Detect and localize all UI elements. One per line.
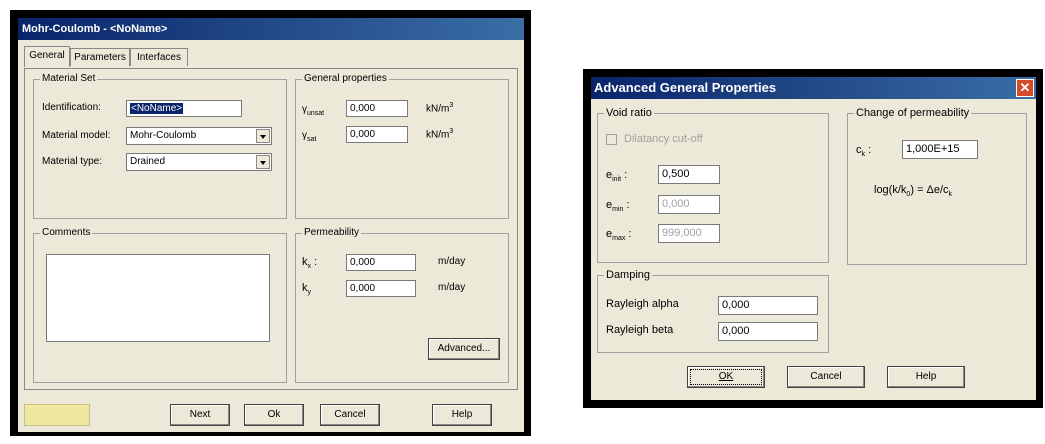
general-tab-panel: Material Set Identification: <NoName> Ma… <box>24 68 518 390</box>
permeability-formula: log(k/k0) = Δe/ck <box>874 184 953 199</box>
dilatancy-checkbox[interactable] <box>606 134 617 145</box>
ck-input[interactable]: 1,000E+15 <box>902 140 978 159</box>
e-max-label: emax : <box>606 228 632 243</box>
gamma-unsat-label: γunsat <box>302 104 325 117</box>
rayleigh-alpha-input[interactable]: 0,000 <box>718 296 818 315</box>
kx-input[interactable]: 0,000 <box>346 254 416 271</box>
e-min-input[interactable]: 0,000 <box>658 195 720 214</box>
dialog-body: Mohr-Coulomb - <NoName> General Paramete… <box>18 18 524 432</box>
ky-unit: m/day <box>438 282 466 293</box>
void-ratio-group: Void ratio Dilatancy cut-off einit : 0,5… <box>597 107 829 263</box>
change-permeability-group: Change of permeability ck : 1,000E+15 lo… <box>847 107 1027 265</box>
gamma-sat-unit: kN/m3 <box>426 128 454 141</box>
mohr-coulomb-dialog: Mohr-Coulomb - <NoName> General Paramete… <box>10 10 531 436</box>
e-init-input[interactable]: 0,500 <box>658 165 720 184</box>
tab-parameters[interactable]: Parameters <box>70 48 130 66</box>
gamma-unsat-input[interactable]: 0,000 <box>346 100 408 117</box>
status-indicator <box>24 404 90 426</box>
dialog-title: Advanced General Properties <box>591 77 1036 99</box>
ck-label: ck : <box>856 144 872 159</box>
change-permeability-legend: Change of permeability <box>854 107 972 119</box>
permeability-legend: Permeability <box>302 227 362 238</box>
next-button[interactable]: Next <box>170 404 230 426</box>
permeability-group: Permeability kx : 0,000 m/day ky 0,000 m… <box>295 227 509 383</box>
dialog-body: Advanced General Properties ✕ Void ratio… <box>591 77 1036 400</box>
e-max-input[interactable]: 999,000 <box>658 224 720 243</box>
gamma-unsat-unit: kN/m3 <box>426 102 454 115</box>
comments-legend: Comments <box>40 227 93 238</box>
material-type-label: Material type: <box>42 156 103 167</box>
damping-group: Damping Rayleigh alpha 0,000 Rayleigh be… <box>597 269 829 353</box>
button-bar: Next Ok Cancel Help <box>18 398 524 432</box>
material-model-label: Material model: <box>42 130 111 141</box>
dialog-title: Mohr-Coulomb - <NoName> <box>18 18 524 40</box>
material-set-legend: Material Set <box>40 73 98 84</box>
chevron-down-icon[interactable] <box>256 155 270 169</box>
ky-input[interactable]: 0,000 <box>346 280 416 297</box>
chevron-down-icon[interactable] <box>256 129 270 143</box>
ok-button[interactable]: OK <box>687 366 765 388</box>
e-min-label: emin : <box>606 199 630 214</box>
comments-textarea[interactable] <box>46 254 270 342</box>
rayleigh-beta-input[interactable]: 0,000 <box>718 322 818 341</box>
ok-button[interactable]: Ok <box>244 404 304 426</box>
rayleigh-alpha-label: Rayleigh alpha <box>606 298 679 310</box>
advanced-properties-dialog: Advanced General Properties ✕ Void ratio… <box>583 69 1043 408</box>
gamma-sat-input[interactable]: 0,000 <box>346 126 408 143</box>
cancel-button[interactable]: Cancel <box>787 366 865 388</box>
e-init-label: einit : <box>606 169 628 184</box>
tab-interfaces[interactable]: Interfaces <box>130 48 188 66</box>
material-model-select[interactable]: Mohr-Coulomb <box>126 127 272 145</box>
rayleigh-beta-label: Rayleigh beta <box>606 324 674 336</box>
identification-label: Identification: <box>42 102 101 113</box>
advanced-button[interactable]: Advanced... <box>428 338 500 360</box>
void-ratio-legend: Void ratio <box>604 107 654 119</box>
material-type-select[interactable]: Drained <box>126 153 272 171</box>
cancel-button[interactable]: Cancel <box>320 404 380 426</box>
gamma-sat-label: γsat <box>302 130 317 143</box>
kx-label: kx : <box>302 256 318 271</box>
material-set-group: Material Set Identification: <NoName> Ma… <box>33 73 287 219</box>
comments-group: Comments <box>33 227 287 383</box>
ky-label: ky <box>302 282 311 297</box>
close-icon[interactable]: ✕ <box>1016 79 1034 97</box>
identification-input[interactable]: <NoName> <box>126 100 242 117</box>
help-button[interactable]: Help <box>887 366 965 388</box>
kx-unit: m/day <box>438 256 466 267</box>
help-button[interactable]: Help <box>432 404 492 426</box>
general-properties-group: General properties γunsat 0,000 kN/m3 γs… <box>295 73 509 219</box>
tab-general[interactable]: General <box>24 46 70 67</box>
general-properties-legend: General properties <box>302 73 389 84</box>
damping-legend: Damping <box>604 269 653 281</box>
dilatancy-label: Dilatancy cut-off <box>624 133 703 145</box>
